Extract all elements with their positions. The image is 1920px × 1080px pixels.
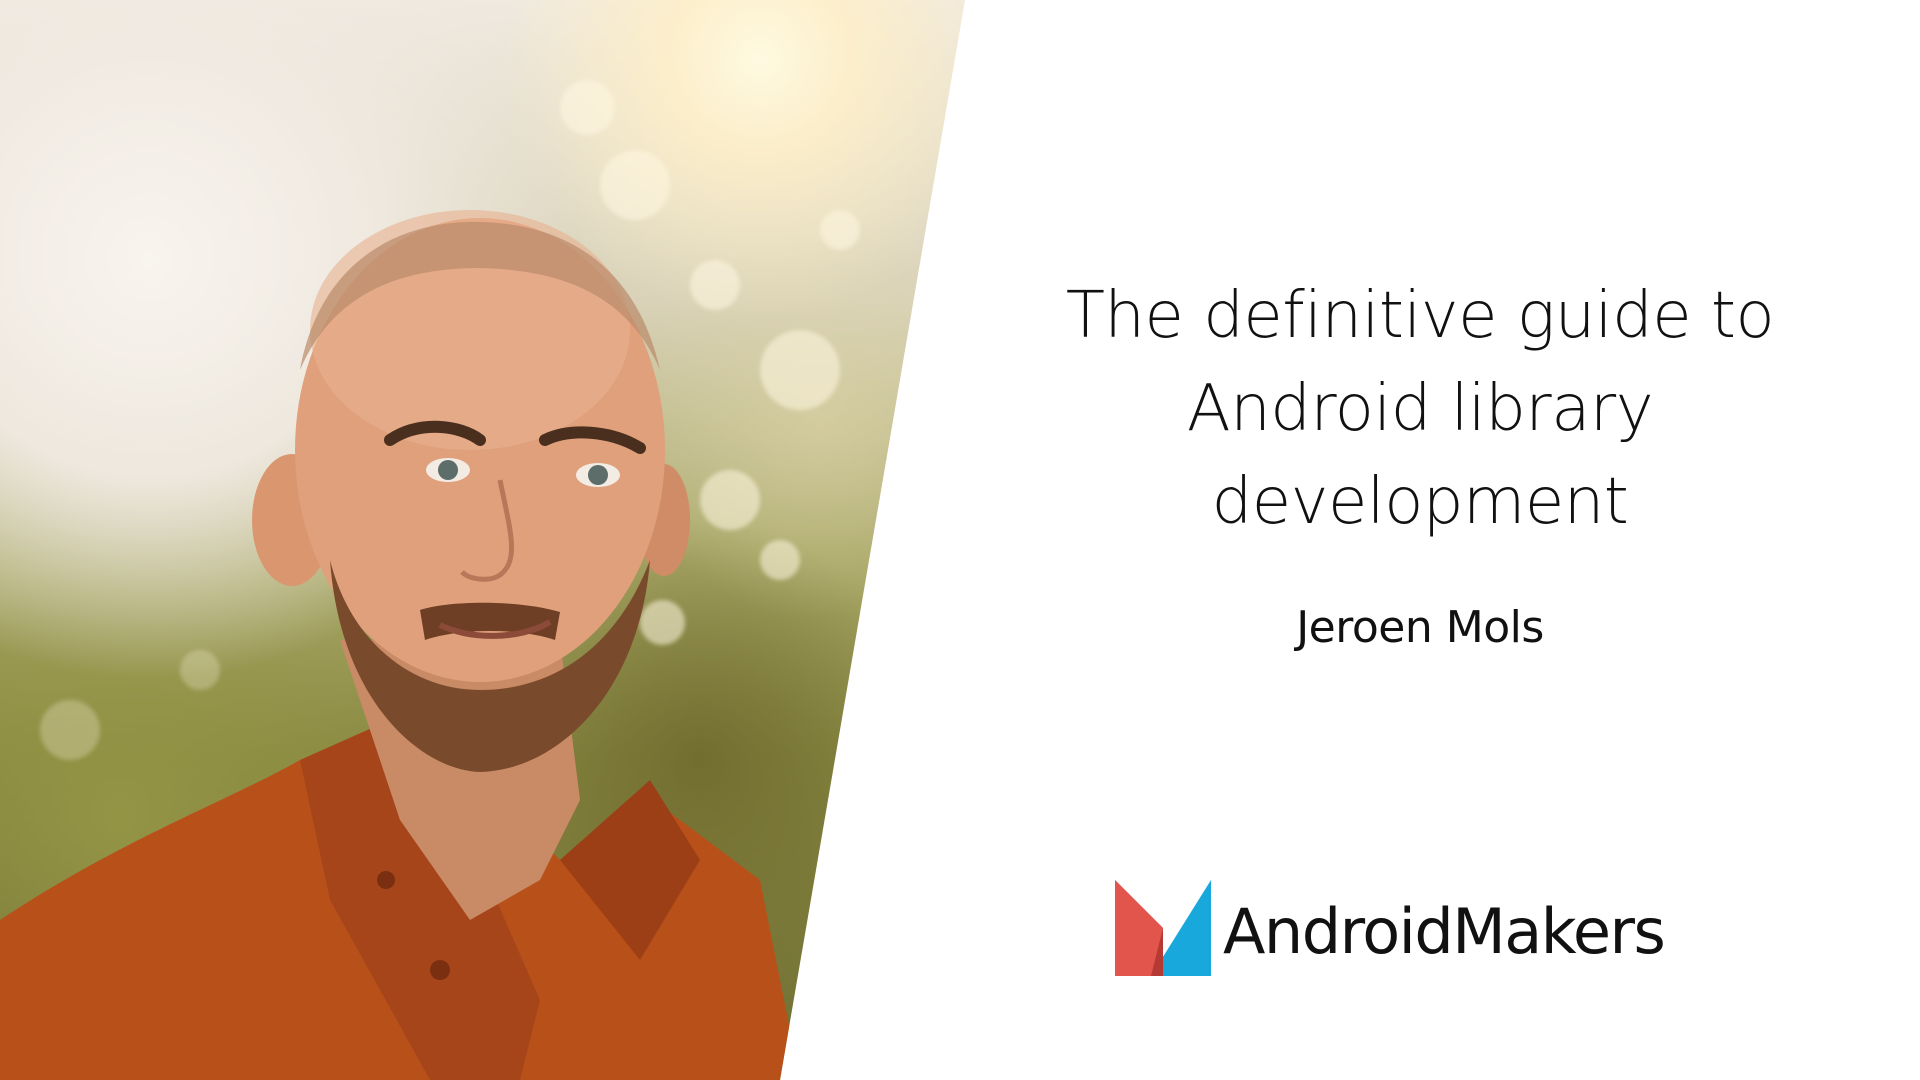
title-line-2: Android library xyxy=(1186,372,1654,446)
slide-title: The definitive guide to Android library … xyxy=(1000,270,1840,549)
title-slide: The definitive guide to Android library … xyxy=(0,0,1920,1080)
android-makers-brand: AndroidMakers xyxy=(1115,880,1666,976)
title-line-1: The definitive guide to xyxy=(1065,279,1775,353)
title-line-3: development xyxy=(1211,465,1629,539)
android-makers-logo-icon xyxy=(1115,880,1211,976)
speaker-name: Jeroen Mols xyxy=(1296,602,1544,653)
brand-name: AndroidMakers xyxy=(1223,895,1666,968)
